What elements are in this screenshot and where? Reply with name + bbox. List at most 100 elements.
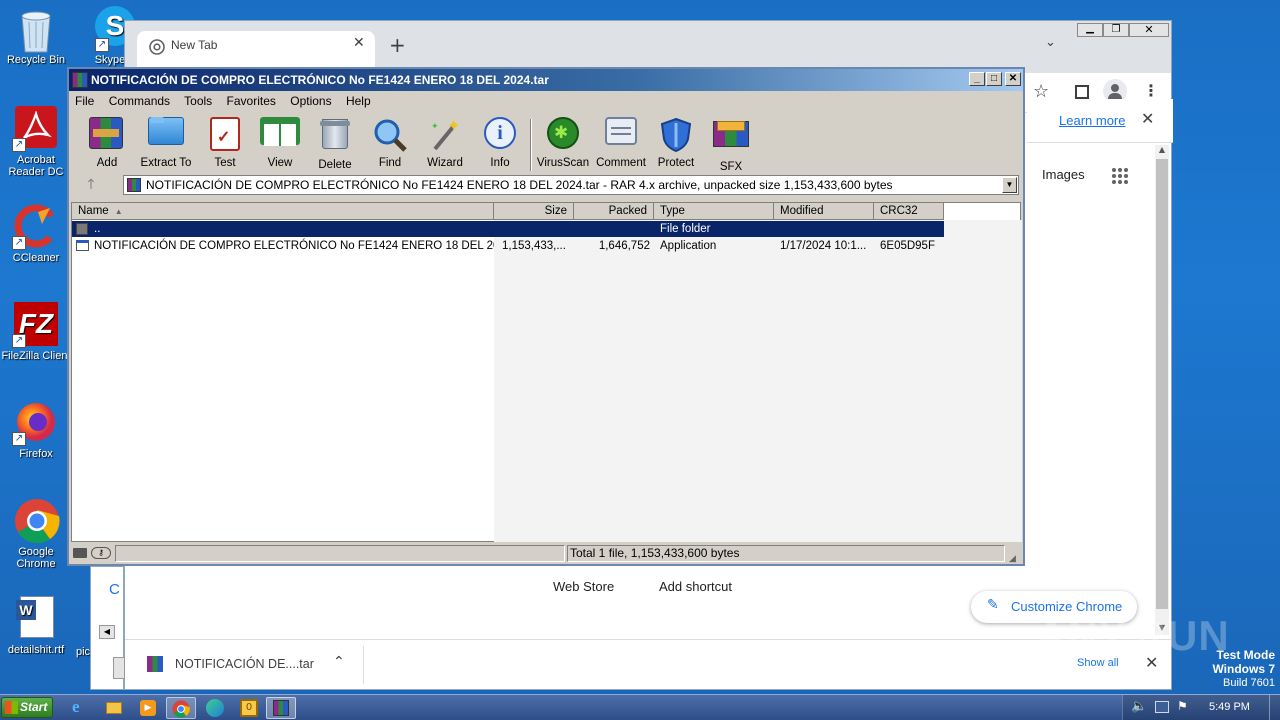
menu-commands[interactable]: Commands bbox=[109, 94, 170, 108]
wizard-button[interactable]: ✦ ✦ Wizard bbox=[417, 113, 473, 169]
resize-grip-icon[interactable]: ◢ bbox=[1009, 548, 1021, 563]
pencil-icon: ✎ bbox=[987, 597, 999, 613]
key-icon[interactable]: ⚷ bbox=[91, 547, 111, 559]
tab-close-icon[interactable]: ✕ bbox=[353, 35, 365, 51]
download-filename[interactable]: NOTIFICACIÓN DE....tar bbox=[175, 657, 314, 671]
download-bar: NOTIFICACIÓN DE....tar ⌃ Show all ✕ bbox=[125, 639, 1171, 689]
find-button[interactable]: Find bbox=[362, 113, 418, 169]
close-window-button[interactable]: ✕ bbox=[1129, 23, 1169, 37]
winrar-maximize-button[interactable]: □ bbox=[986, 72, 1002, 86]
table-row[interactable]: .. File folder bbox=[72, 221, 944, 237]
action-center-flag-icon[interactable]: ⚑ bbox=[1177, 699, 1188, 713]
network-icon[interactable] bbox=[1155, 701, 1169, 713]
taskbar-ie-icon[interactable]: e bbox=[66, 697, 96, 719]
wizard-label: Wizard bbox=[427, 157, 463, 169]
table-row[interactable]: NOTIFICACIÓN DE COMPRO ELECTRÓNICO No FE… bbox=[72, 238, 944, 254]
close-infobar-icon[interactable]: ✕ bbox=[1141, 109, 1154, 128]
download-divider bbox=[363, 646, 364, 684]
menu-tools[interactable]: Tools bbox=[184, 94, 212, 108]
ccleaner-icon: ↗ bbox=[12, 204, 58, 250]
drive-icon[interactable] bbox=[73, 548, 87, 558]
sfx-button[interactable]: SFX bbox=[703, 113, 759, 173]
winrar-window: NOTIFICACIÓN DE COMPRO ELECTRÓNICO No FE… bbox=[67, 67, 1025, 566]
start-button[interactable]: Start bbox=[1, 697, 53, 718]
desktop-icon-chrome[interactable]: Google Chrome bbox=[0, 498, 72, 570]
images-link[interactable]: Images bbox=[1042, 167, 1085, 182]
delete-button[interactable]: Delete bbox=[307, 113, 363, 171]
desktop-icon-label: CCleaner bbox=[12, 252, 60, 264]
partial-text: C bbox=[109, 581, 120, 598]
menu-favorites[interactable]: Favorites bbox=[227, 94, 276, 108]
desktop-icon-ccleaner[interactable]: ↗ CCleaner bbox=[0, 204, 72, 264]
add-label: Add bbox=[96, 157, 118, 169]
scroll-left-icon[interactable]: ◀ bbox=[99, 625, 115, 639]
download-menu-chevron-icon[interactable]: ⌃ bbox=[333, 654, 345, 670]
scroll-thumb[interactable] bbox=[1156, 159, 1168, 609]
menu-file[interactable]: File bbox=[75, 94, 94, 108]
comment-button[interactable]: Comment bbox=[593, 113, 649, 169]
menu-help[interactable]: Help bbox=[346, 94, 371, 108]
chrome-scrollbar[interactable]: ▲ ▼ bbox=[1155, 145, 1169, 635]
column-header-packed[interactable]: Packed bbox=[574, 203, 654, 220]
background-window-edge: C ◀ bbox=[90, 566, 125, 690]
restore-button[interactable]: ❐ bbox=[1103, 23, 1129, 37]
taskbar-notepad-icon[interactable]: 0 bbox=[234, 697, 264, 719]
extract-to-button[interactable]: Extract To bbox=[137, 113, 195, 169]
taskbar-chrome-icon[interactable] bbox=[166, 697, 196, 719]
desktop-icon-label: Firefox bbox=[19, 448, 53, 460]
web-store-shortcut[interactable]: Web Store bbox=[553, 579, 614, 594]
view-button[interactable]: View bbox=[252, 113, 308, 169]
partial-button[interactable] bbox=[113, 657, 125, 679]
test-button[interactable]: ✓ Test bbox=[197, 113, 253, 169]
winrar-statusbar: ⚷ Total 1 file, 1,153,433,600 bytes ◢ bbox=[69, 544, 1023, 564]
virusscan-button[interactable]: ✱ VirusScan bbox=[535, 113, 591, 169]
volume-icon[interactable]: 🔈 bbox=[1131, 699, 1147, 714]
info-icon: i bbox=[482, 117, 518, 153]
tab-title: New Tab bbox=[171, 38, 218, 52]
column-header-crc32[interactable]: CRC32 bbox=[874, 203, 944, 220]
new-tab-icon[interactable]: + bbox=[389, 33, 406, 57]
winrar-close-button[interactable]: ✕ bbox=[1005, 72, 1021, 86]
up-folder-arrow-icon[interactable]: ↑ bbox=[77, 175, 105, 195]
desktop-icon-firefox[interactable]: ↗ Firefox bbox=[0, 400, 72, 460]
sfx-box-icon bbox=[713, 121, 749, 157]
winrar-minimize-button[interactable]: _ bbox=[969, 72, 985, 86]
taskbar-explorer-icon[interactable] bbox=[100, 697, 130, 719]
desktop-icon-label: Google Chrome bbox=[16, 546, 56, 570]
book-view-icon bbox=[260, 117, 300, 153]
desktop-icon-acrobat[interactable]: ↗ Acrobat Reader DC bbox=[0, 106, 72, 178]
tab-search-chevron-icon[interactable]: ⌄ bbox=[1045, 35, 1056, 50]
scroll-up-icon[interactable]: ▲ bbox=[1155, 145, 1169, 157]
protect-button[interactable]: Protect bbox=[648, 113, 704, 169]
status-left-panel bbox=[115, 545, 565, 562]
address-dropdown-icon[interactable]: ▼ bbox=[1002, 177, 1017, 193]
taskbar-winrar-icon[interactable] bbox=[266, 697, 296, 719]
cell-crc bbox=[880, 221, 944, 237]
apps-grid-icon[interactable] bbox=[1111, 167, 1129, 185]
winrar-titlebar[interactable]: NOTIFICACIÓN DE COMPRO ELECTRÓNICO No FE… bbox=[69, 69, 1023, 91]
menu-options[interactable]: Options bbox=[290, 94, 331, 108]
desktop-icon-recycle-bin[interactable]: Recycle Bin bbox=[0, 6, 72, 66]
column-header-size[interactable]: Size bbox=[494, 203, 574, 220]
desktop-icon-filezilla[interactable]: FZ ↗ FileZilla Client bbox=[0, 302, 72, 362]
side-panel-icon[interactable] bbox=[1075, 85, 1089, 99]
taskbar-media-player-icon[interactable]: ▶ bbox=[134, 697, 164, 719]
build-text: Build 7601 bbox=[1223, 677, 1275, 689]
clock[interactable]: 5:49 PM bbox=[1209, 701, 1250, 713]
menu-kebab-icon[interactable]: ⋮ bbox=[1143, 81, 1159, 100]
add-button[interactable]: Add bbox=[79, 113, 135, 169]
info-button[interactable]: i Info bbox=[472, 113, 528, 169]
windows-version-text: Windows 7 bbox=[1212, 662, 1275, 676]
cell-modified bbox=[780, 221, 874, 237]
column-header-name[interactable]: Name ▲ bbox=[72, 203, 494, 220]
taskbar-edge-icon[interactable] bbox=[200, 697, 230, 719]
archive-address-field[interactable]: NOTIFICACIÓN DE COMPRO ELECTRÓNICO No FE… bbox=[123, 175, 1019, 195]
archive-icon bbox=[127, 178, 141, 192]
column-header-modified[interactable]: Modified bbox=[774, 203, 874, 220]
show-desktop-button[interactable] bbox=[1269, 695, 1280, 720]
minimize-button[interactable]: ▁ bbox=[1077, 23, 1103, 37]
column-header-type[interactable]: Type bbox=[654, 203, 774, 220]
winrar-toolbar: Add Extract To ✓ Test View Delete Find ✦… bbox=[69, 111, 1023, 175]
add-shortcut[interactable]: Add shortcut bbox=[659, 579, 732, 594]
learn-more-link[interactable]: Learn more bbox=[1059, 113, 1125, 128]
